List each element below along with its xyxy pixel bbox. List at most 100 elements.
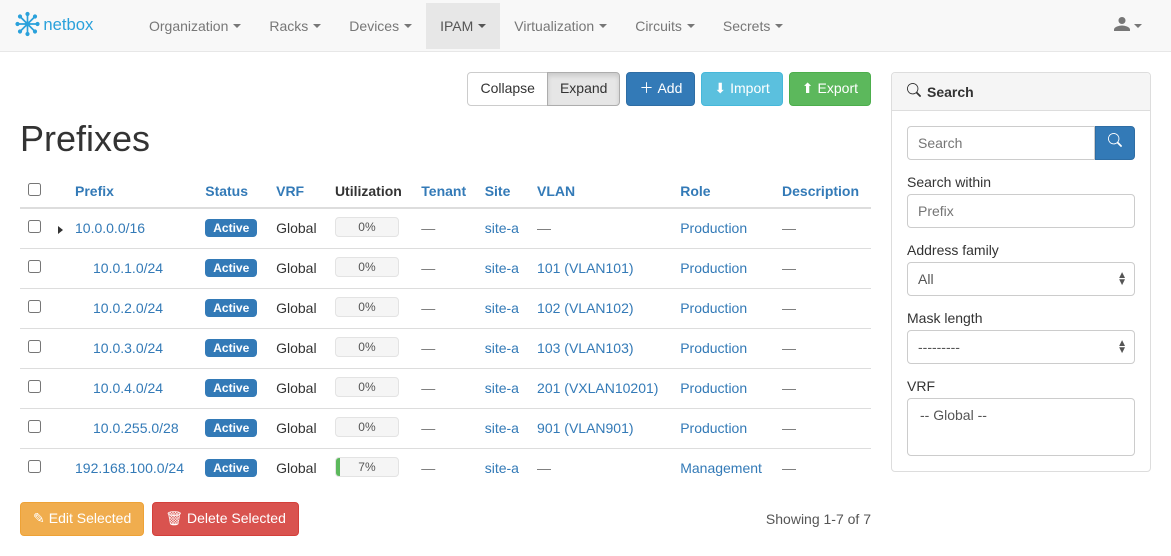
mask-length-select[interactable]: --------- xyxy=(907,330,1135,364)
table-row: 10.0.4.0/24ActiveGlobal0%—site-a201 (VXL… xyxy=(20,368,871,408)
select-all-checkbox[interactable] xyxy=(28,183,41,196)
vrf-cell: Global xyxy=(268,208,327,249)
search-panel: Search Search within xyxy=(891,72,1151,472)
prefix-link[interactable]: 10.0.1.0/24 xyxy=(93,260,163,276)
caret-down-icon xyxy=(233,24,241,28)
col-tenant[interactable]: Tenant xyxy=(421,183,466,199)
row-checkbox[interactable] xyxy=(28,460,41,473)
role-link[interactable]: Production xyxy=(680,300,747,316)
plus-icon: ＋ xyxy=(639,79,653,99)
prefix-link[interactable]: 10.0.0.0/16 xyxy=(75,220,145,236)
caret-down-icon xyxy=(478,24,486,28)
search-panel-title: Search xyxy=(927,84,974,100)
col-site[interactable]: Site xyxy=(485,183,511,199)
vrf-select[interactable]: -- Global -- xyxy=(907,398,1135,456)
vrf-cell: Global xyxy=(268,448,327,488)
nav-item-secrets[interactable]: Secrets xyxy=(709,3,797,49)
nav-item-devices[interactable]: Devices xyxy=(335,3,426,49)
import-button-label: Import xyxy=(730,79,770,99)
prefix-link[interactable]: 10.0.3.0/24 xyxy=(93,340,163,356)
tenant-empty: — xyxy=(421,420,435,436)
edit-selected-label: Edit Selected xyxy=(49,509,132,529)
expand-button[interactable]: Expand xyxy=(547,72,620,106)
table-row: 10.0.3.0/24ActiveGlobal0%—site-a103 (VLA… xyxy=(20,328,871,368)
description-empty: — xyxy=(782,380,796,396)
edit-selected-button[interactable]: ✎Edit Selected xyxy=(20,502,144,536)
col-vrf[interactable]: VRF xyxy=(276,183,304,199)
table-row: 10.0.1.0/24ActiveGlobal0%—site-a101 (VLA… xyxy=(20,248,871,288)
expand-toggle-icon[interactable] xyxy=(58,226,63,234)
description-empty: — xyxy=(782,300,796,316)
row-checkbox[interactable] xyxy=(28,220,41,233)
nav-item-circuits[interactable]: Circuits xyxy=(621,3,709,49)
vrf-cell: Global xyxy=(268,248,327,288)
prefix-link[interactable]: 10.0.255.0/28 xyxy=(93,420,179,436)
row-checkbox[interactable] xyxy=(28,420,41,433)
tenant-empty: — xyxy=(421,220,435,236)
vlan-link[interactable]: 102 (VLAN102) xyxy=(537,300,634,316)
prefix-link[interactable]: 10.0.2.0/24 xyxy=(93,300,163,316)
role-link[interactable]: Production xyxy=(680,340,747,356)
tenant-empty: — xyxy=(421,260,435,276)
collapse-button[interactable]: Collapse xyxy=(467,72,547,106)
export-button-label: Export xyxy=(818,79,858,99)
role-link[interactable]: Production xyxy=(680,420,747,436)
nav-item-racks[interactable]: Racks xyxy=(255,3,335,49)
status-badge: Active xyxy=(205,379,257,397)
vlan-link[interactable]: 103 (VLAN103) xyxy=(537,340,634,356)
utilization-meter: 0% xyxy=(335,377,399,397)
vlan-link[interactable]: 201 (VXLAN10201) xyxy=(537,380,658,396)
site-link[interactable]: site-a xyxy=(485,420,519,436)
prefix-link[interactable]: 10.0.4.0/24 xyxy=(93,380,163,396)
row-checkbox[interactable] xyxy=(28,340,41,353)
address-family-select[interactable]: All xyxy=(907,262,1135,296)
col-utilization: Utilization xyxy=(327,175,413,208)
utilization-text: 0% xyxy=(358,220,375,234)
col-description[interactable]: Description xyxy=(782,183,859,199)
row-checkbox[interactable] xyxy=(28,260,41,273)
role-link[interactable]: Production xyxy=(680,380,747,396)
tenant-empty: — xyxy=(421,340,435,356)
user-menu[interactable] xyxy=(1100,1,1156,50)
description-empty: — xyxy=(782,260,796,276)
search-submit-button[interactable] xyxy=(1095,126,1135,160)
search-input[interactable] xyxy=(907,126,1095,160)
vlan-link[interactable]: 101 (VLAN101) xyxy=(537,260,634,276)
status-badge: Active xyxy=(205,219,257,237)
row-checkbox[interactable] xyxy=(28,300,41,313)
col-prefix[interactable]: Prefix xyxy=(75,183,114,199)
delete-selected-button[interactable]: 🗑Delete Selected xyxy=(152,502,299,536)
utilization-meter: 0% xyxy=(335,417,399,437)
nav-item-virtualization[interactable]: Virtualization xyxy=(500,3,621,49)
caret-down-icon xyxy=(599,24,607,28)
add-button[interactable]: ＋Add xyxy=(626,72,695,106)
nav-item-ipam[interactable]: IPAM xyxy=(426,3,500,49)
site-link[interactable]: site-a xyxy=(485,260,519,276)
vrf-cell: Global xyxy=(268,328,327,368)
search-within-input[interactable] xyxy=(907,194,1135,228)
col-vlan[interactable]: VLAN xyxy=(537,183,575,199)
table-row: 10.0.255.0/28ActiveGlobal0%—site-a901 (V… xyxy=(20,408,871,448)
export-button[interactable]: ⬆Export xyxy=(789,72,871,106)
status-badge: Active xyxy=(205,259,257,277)
prefix-link[interactable]: 192.168.100.0/24 xyxy=(75,460,184,476)
site-link[interactable]: site-a xyxy=(485,460,519,476)
role-link[interactable]: Production xyxy=(680,220,747,236)
site-link[interactable]: site-a xyxy=(485,380,519,396)
nav-item-label: Virtualization xyxy=(514,18,594,34)
role-link[interactable]: Management xyxy=(680,460,762,476)
caret-down-icon xyxy=(313,24,321,28)
row-checkbox[interactable] xyxy=(28,380,41,393)
brand-link[interactable]: netbox xyxy=(15,9,115,42)
nav-item-label: Secrets xyxy=(723,18,770,34)
role-link[interactable]: Production xyxy=(680,260,747,276)
nav-item-organization[interactable]: Organization xyxy=(135,3,255,49)
site-link[interactable]: site-a xyxy=(485,220,519,236)
col-status[interactable]: Status xyxy=(205,183,248,199)
import-button[interactable]: ⬇Import xyxy=(701,72,782,106)
vlan-link[interactable]: 901 (VLAN901) xyxy=(537,420,634,436)
site-link[interactable]: site-a xyxy=(485,340,519,356)
col-role[interactable]: Role xyxy=(680,183,710,199)
site-link[interactable]: site-a xyxy=(485,300,519,316)
brand-logo-icon: netbox xyxy=(15,9,115,42)
